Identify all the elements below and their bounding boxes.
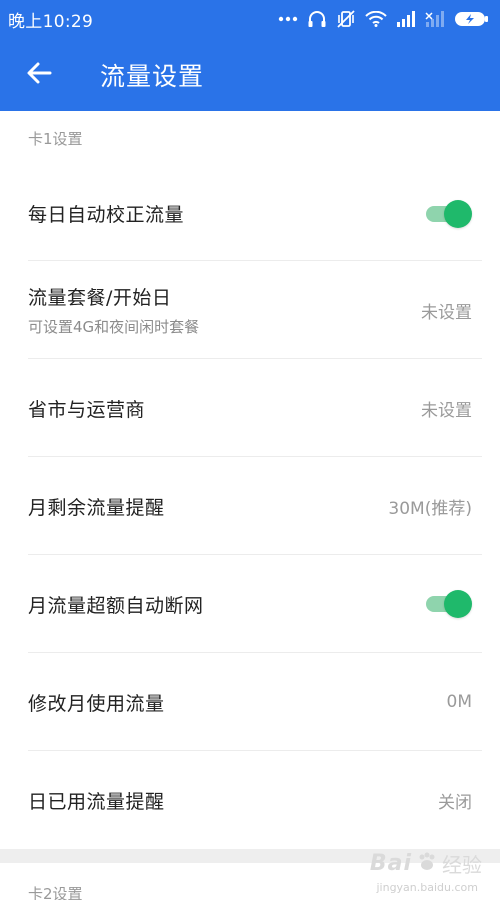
status-time: 晚上10:29 — [8, 11, 94, 32]
section-header-card1: 卡1设置 — [28, 130, 83, 148]
row-value: 0M — [446, 692, 472, 712]
page-title: 流量设置 — [100, 61, 205, 91]
app-bar: 流量设置 — [0, 38, 500, 111]
watermark-text: 经验 — [442, 853, 482, 877]
row-title: 月流量超额自动断网 — [28, 594, 204, 617]
more-dots-icon — [278, 16, 298, 22]
row-edit-monthly-usage[interactable]: 修改月使用流量 0M — [0, 653, 500, 751]
row-auto-disconnect[interactable]: 月流量超额自动断网 — [0, 555, 500, 653]
wifi-icon — [365, 11, 387, 27]
row-title: 月剩余流量提醒 — [28, 496, 165, 519]
settings-list: 卡1设置 每日自动校正流量 流量套餐/开始日 可设置4G和夜间闲时套餐 未设置 … — [0, 111, 500, 900]
row-data-plan[interactable]: 流量套餐/开始日 可设置4G和夜间闲时套餐 未设置 — [0, 261, 500, 359]
row-monthly-remaining-reminder[interactable]: 月剩余流量提醒 30M(推荐) — [0, 457, 500, 555]
row-value: 未设置 — [421, 400, 472, 421]
row-daily-auto-calibrate[interactable]: 每日自动校正流量 — [0, 166, 500, 261]
row-subtitle: 可设置4G和夜间闲时套餐 — [28, 318, 200, 336]
auto-disconnect-toggle[interactable] — [424, 590, 472, 618]
auto-calibrate-toggle[interactable] — [424, 199, 472, 228]
signal-strength-icon — [396, 11, 416, 27]
paw-icon — [416, 851, 438, 877]
back-button[interactable] — [11, 47, 67, 103]
arrow-left-icon — [26, 61, 52, 89]
watermark: Bai 经验 — [370, 849, 482, 878]
row-value: 30M(推荐) — [388, 498, 472, 519]
vibrate-off-icon — [336, 9, 356, 29]
row-title: 日已用流量提醒 — [28, 790, 165, 813]
toggle-thumb — [444, 590, 472, 618]
status-bar: 晚上10:29 — [0, 0, 500, 38]
row-title: 省市与运营商 — [28, 398, 146, 421]
watermark-logo: Bai — [369, 851, 412, 876]
row-title: 每日自动校正流量 — [28, 204, 185, 226]
battery-charging-icon — [454, 11, 490, 27]
headset-icon — [307, 10, 327, 28]
row-title: 流量套餐/开始日 — [28, 287, 172, 309]
status-icons — [278, 9, 490, 29]
toggle-thumb — [444, 199, 472, 228]
row-province-carrier[interactable]: 省市与运营商 未设置 — [0, 359, 500, 457]
row-value: 关闭 — [438, 792, 472, 813]
row-value: 未设置 — [421, 302, 472, 323]
row-title: 修改月使用流量 — [28, 692, 165, 715]
watermark-url: jingyan.baidu.com — [376, 881, 478, 894]
no-signal-icon — [425, 11, 445, 27]
row-daily-usage-reminder[interactable]: 日已用流量提醒 关闭 — [0, 751, 500, 849]
